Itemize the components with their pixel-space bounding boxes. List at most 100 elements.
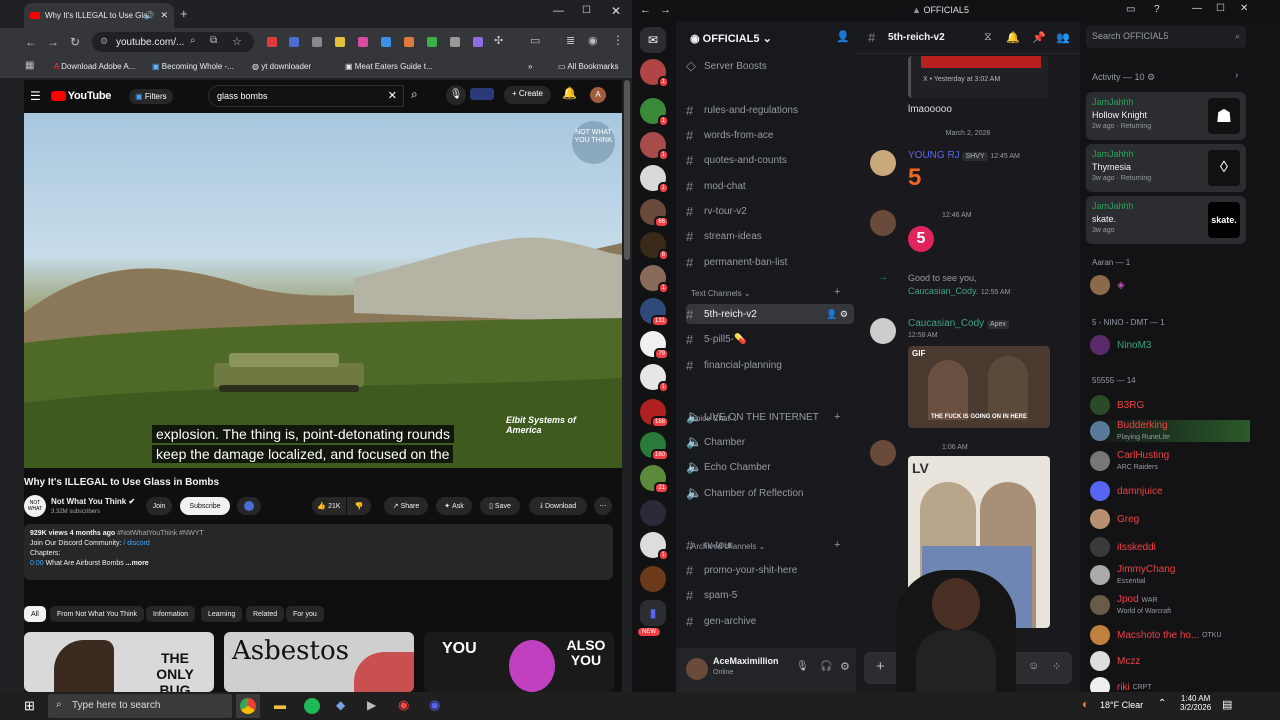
help-icon[interactable]: ? bbox=[1154, 4, 1160, 15]
channel-ban-list[interactable]: # permanent-ban-list bbox=[686, 252, 854, 272]
voice-live-on-the-internet[interactable]: 🔈 LIVE ON THE INTERNET bbox=[686, 407, 854, 427]
clear-search-icon[interactable]: ✕ bbox=[388, 89, 397, 102]
channel-avatar[interactable]: NOT WHAT bbox=[24, 495, 46, 517]
new-tab-button[interactable]: + bbox=[180, 6, 188, 21]
server-icon[interactable]: 21 bbox=[640, 465, 669, 494]
show-more-link[interactable]: ...more bbox=[126, 560, 149, 567]
minimize-button[interactable]: — bbox=[553, 5, 564, 17]
server-icon[interactable]: 1 bbox=[640, 132, 669, 161]
profile-icon[interactable]: ◉ bbox=[588, 34, 598, 47]
filters-button[interactable]: ▣ Filters bbox=[129, 88, 173, 104]
invite-icon[interactable]: 👤 bbox=[836, 30, 850, 43]
like-button[interactable]: 👍 21K bbox=[312, 497, 346, 515]
message-author[interactable]: YOUNG RJ SHVY 12:45 AM bbox=[908, 150, 1020, 161]
extension-icon[interactable] bbox=[473, 37, 483, 47]
subscribe-button[interactable]: Subscribe bbox=[180, 497, 230, 515]
bookmark-star-icon[interactable]: ☆ bbox=[232, 35, 242, 48]
more-actions-icon[interactable]: ⋯ bbox=[594, 497, 612, 515]
user-avatar[interactable] bbox=[686, 658, 708, 680]
server-icon[interactable]: 1 bbox=[640, 265, 669, 294]
browser-tab[interactable]: Why It's ILLEGAL to Use Gla 🔊 ✕ bbox=[24, 3, 174, 28]
channel-promo[interactable]: # promo-your-shit-here bbox=[686, 560, 854, 580]
activity-card[interactable]: JamJahhh Thymesia 3w ago · Returning ◊ bbox=[1086, 144, 1246, 192]
channel-name[interactable]: Not What You Think ✔ bbox=[51, 497, 135, 506]
address-bar[interactable]: ⚙ youtube.com/... ⌕ ⧉ ☆ bbox=[92, 32, 254, 52]
chip-from-channel[interactable]: From Not What You Think bbox=[50, 606, 145, 622]
maximize-button[interactable]: ☐ bbox=[1216, 3, 1225, 14]
apps-icon[interactable]: ⁘ bbox=[1052, 660, 1061, 673]
activity-card[interactable]: JamJahhh Hollow Knight 2w ago · Returnin… bbox=[1086, 92, 1246, 140]
chapter-timestamp[interactable]: 0:00 bbox=[30, 560, 44, 567]
close-window-button[interactable]: ✕ bbox=[1240, 3, 1248, 14]
member-item[interactable]: Greg bbox=[1090, 508, 1250, 530]
channel-rules[interactable]: # rules-and-regulations bbox=[686, 100, 854, 120]
voice-chamber-of-reflection[interactable]: 🔈 Chamber of Reflection bbox=[686, 483, 854, 503]
emoji-picker-icon[interactable]: ☺ bbox=[1028, 660, 1039, 672]
bookmark-adobe[interactable]: A Download Adobe A... bbox=[54, 62, 135, 71]
server-boosts[interactable]: ◇ Server Boosts bbox=[686, 56, 854, 76]
member-item[interactable]: damnjuice bbox=[1090, 480, 1250, 502]
app-icon[interactable]: ◆ bbox=[336, 698, 345, 712]
activity-card[interactable]: JamJahhh skate. 3w ago skate. bbox=[1086, 196, 1246, 244]
page-scrollbar[interactable] bbox=[624, 80, 630, 260]
weather-text[interactable]: 18°F Clear bbox=[1100, 700, 1143, 710]
hamburger-menu-icon[interactable]: ☰ bbox=[30, 89, 41, 103]
channel-quotes[interactable]: # quotes-and-counts bbox=[686, 150, 854, 170]
server-icon[interactable]: 1 bbox=[640, 59, 669, 88]
server-icon[interactable]: 6 bbox=[640, 232, 669, 261]
chevron-right-icon[interactable]: › bbox=[1235, 70, 1238, 81]
server-icon[interactable]: 1 bbox=[640, 165, 669, 194]
threads-icon[interactable]: ⧖ bbox=[984, 31, 992, 44]
server-icon[interactable]: 1 bbox=[640, 98, 669, 127]
channel-mod-chat[interactable]: # mod-chat bbox=[686, 176, 854, 196]
member-item[interactable]: B3RG bbox=[1090, 394, 1250, 416]
embed-reply[interactable]: X • Yesterday at 3:02 AM bbox=[908, 56, 1048, 98]
notifications-icon[interactable]: ▤ bbox=[1222, 698, 1232, 711]
extension-icon[interactable] bbox=[312, 37, 322, 47]
youtube-search-input[interactable]: glass bombs ✕ bbox=[208, 85, 404, 107]
message-avatar[interactable] bbox=[870, 440, 896, 466]
subscribe-extension-icon[interactable] bbox=[237, 497, 261, 515]
server-icon[interactable] bbox=[640, 500, 666, 526]
cast-icon[interactable]: ⧉ bbox=[210, 35, 217, 46]
clock[interactable]: 1:40 AM 3/2/2026 bbox=[1180, 694, 1211, 712]
category-text-channels[interactable]: Text Channels ⌄ bbox=[691, 289, 751, 298]
extension-icon[interactable] bbox=[267, 37, 277, 47]
discord-taskbar-icon[interactable]: ◉ bbox=[429, 697, 440, 713]
channel-financial-planning[interactable]: # financial-planning bbox=[686, 355, 854, 375]
extension-icon[interactable] bbox=[450, 37, 460, 47]
ask-button[interactable]: ✦ Ask bbox=[436, 497, 472, 515]
tray-overflow-icon[interactable]: ⌃ bbox=[1158, 698, 1166, 709]
taskbar-search-input[interactable]: ⌕ Type here to search bbox=[48, 694, 232, 718]
extension-overlay-icon[interactable] bbox=[470, 88, 494, 100]
video-description[interactable]: 929K views 4 months ago #NotWhatYouThink… bbox=[24, 524, 613, 580]
tab-close-icon[interactable]: ✕ bbox=[160, 10, 168, 21]
gif-embed[interactable]: GIF THE FUCK IS GOING ON IN HERE bbox=[908, 346, 1050, 428]
voice-echo-chamber[interactable]: 🔈 Echo Chamber bbox=[686, 457, 854, 477]
member-item[interactable]: Mczz bbox=[1090, 650, 1250, 672]
server-icon[interactable]: 131 bbox=[640, 298, 669, 327]
site-info-icon[interactable]: ⚙ bbox=[100, 36, 108, 47]
server-icon[interactable]: 1 bbox=[640, 364, 669, 393]
maximize-button[interactable]: ☐ bbox=[582, 5, 591, 16]
channel-5th-reich-v2[interactable]: #5th-reich-v2 👤 ⚙ bbox=[686, 304, 854, 324]
zoom-icon[interactable]: ⌕ bbox=[190, 35, 196, 46]
server-name[interactable]: ◉ OFFICIAL5 ⌄ bbox=[690, 32, 772, 45]
server-icon[interactable]: 188 bbox=[640, 399, 669, 428]
forward-arrow-icon[interactable]: → bbox=[660, 4, 671, 16]
member-item[interactable]: ◈ bbox=[1090, 274, 1250, 296]
member-item[interactable]: itsskeddi bbox=[1090, 536, 1250, 558]
channel-words-from-ace[interactable]: # words-from-ace bbox=[686, 125, 854, 145]
join-button[interactable]: Join bbox=[146, 497, 172, 515]
extension-icon[interactable] bbox=[381, 37, 391, 47]
pin-icon[interactable]: 📌 bbox=[1032, 31, 1046, 44]
video-player[interactable]: NOT WHAT YOU THINK Elbit Systems of Amer… bbox=[24, 113, 622, 468]
headphones-icon[interactable]: 🎧 bbox=[820, 661, 832, 672]
folder-icon[interactable]: ▮ bbox=[640, 600, 666, 626]
bookmark-yt-downloader[interactable]: ◍ yt downloader bbox=[252, 62, 311, 71]
channel-rv-tour-v2[interactable]: # rv-tour-v2 bbox=[686, 201, 854, 221]
extensions-puzzle-icon[interactable]: ✣ bbox=[494, 34, 503, 47]
obs-icon[interactable]: ◉ bbox=[398, 697, 409, 713]
bookmarks-overflow-icon[interactable]: » bbox=[528, 62, 532, 71]
channel-watermark[interactable]: NOT WHAT YOU THINK bbox=[572, 121, 615, 164]
